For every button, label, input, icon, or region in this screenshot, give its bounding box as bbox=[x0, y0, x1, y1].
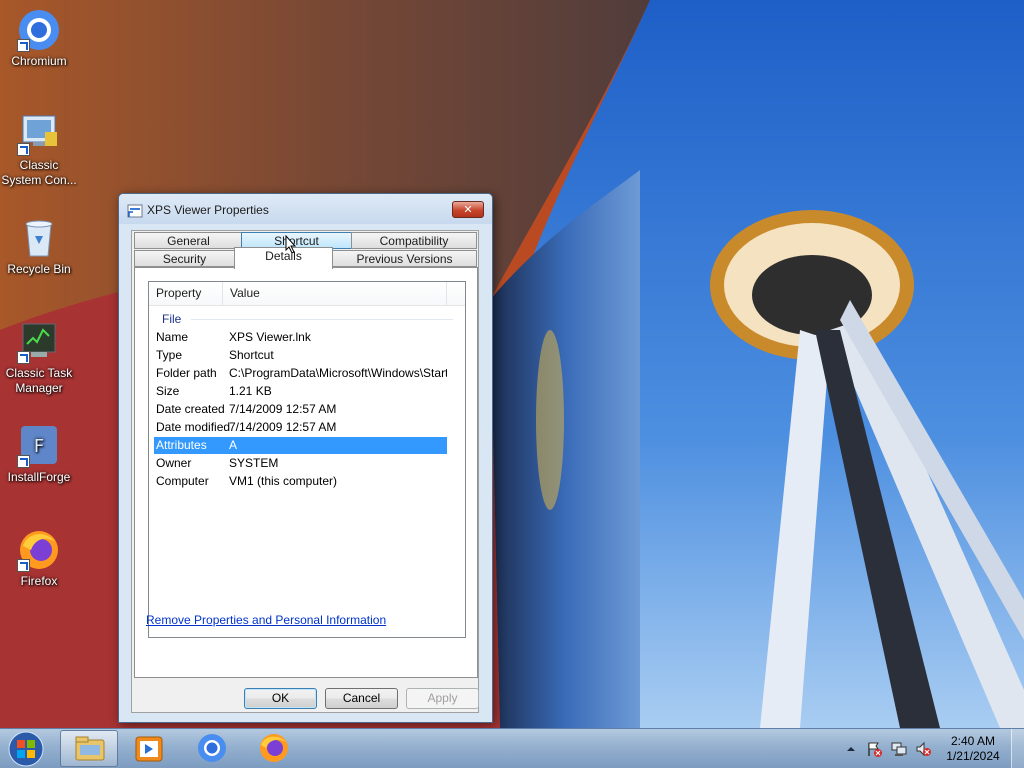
dialog-title-bar[interactable]: XPS Viewer Properties ✕ bbox=[119, 194, 492, 224]
shortcut-arrow-icon bbox=[17, 39, 30, 52]
property-value: A bbox=[229, 438, 238, 452]
property-value: XPS Viewer.lnk bbox=[229, 330, 311, 344]
recycle-bin-icon bbox=[17, 216, 61, 260]
property-name: Type bbox=[156, 348, 183, 362]
property-name: Date created bbox=[156, 402, 225, 416]
ok-button[interactable]: OK bbox=[244, 688, 317, 709]
table-row[interactable]: Computer VM1 (this computer) bbox=[154, 473, 447, 490]
media-player-icon bbox=[135, 736, 163, 762]
desktop-icon-label: InstallForge bbox=[7, 470, 71, 484]
desktop-icon-label: Classic Task Manager bbox=[5, 366, 73, 395]
table-row[interactable]: Date created 7/14/2009 12:57 AM bbox=[154, 401, 447, 418]
table-row[interactable]: Folder path C:\ProgramData\Microsoft\Win… bbox=[154, 365, 447, 382]
shortcut-icon bbox=[127, 204, 143, 218]
property-value: 1.21 KB bbox=[229, 384, 272, 398]
desktop-icon-installforge[interactable]: F InstallForge bbox=[0, 424, 78, 485]
property-name: Size bbox=[156, 384, 180, 398]
action-center-icon[interactable] bbox=[866, 741, 882, 757]
tab-general[interactable]: General bbox=[134, 232, 243, 249]
cancel-button[interactable]: Cancel bbox=[325, 688, 398, 709]
dialog-body: General Shortcut Compatibility Security … bbox=[131, 230, 479, 713]
tab-compatibility[interactable]: Compatibility bbox=[351, 232, 477, 249]
shortcut-arrow-icon bbox=[17, 351, 30, 364]
installforge-icon: F bbox=[17, 424, 61, 468]
table-row[interactable]: Name XPS Viewer.lnk bbox=[154, 329, 447, 346]
taskbar-chromium[interactable] bbox=[183, 730, 241, 767]
list-header: Property Value bbox=[149, 282, 465, 306]
svg-text:F: F bbox=[34, 436, 44, 457]
close-button[interactable]: ✕ bbox=[452, 201, 484, 218]
properties-dialog: XPS Viewer Properties ✕ General Shortcut… bbox=[118, 193, 493, 723]
tab-label: General bbox=[167, 234, 210, 248]
property-name: Attributes bbox=[156, 438, 207, 452]
taskbar-file-explorer[interactable] bbox=[60, 730, 118, 767]
dialog-title: XPS Viewer Properties bbox=[147, 203, 269, 217]
remove-properties-link[interactable]: Remove Properties and Personal Informati… bbox=[146, 613, 386, 627]
desktop-icon-classic-task-manager[interactable]: Classic Task Manager bbox=[0, 320, 78, 396]
desktop-icon-chromium[interactable]: Chromium bbox=[0, 8, 78, 69]
control-panel-icon bbox=[17, 112, 61, 156]
taskbar: 2:40 AM 1/21/2024 bbox=[0, 728, 1024, 768]
firefox-icon bbox=[260, 734, 288, 762]
apply-button: Apply bbox=[406, 688, 479, 709]
column-header-property[interactable]: Property bbox=[149, 282, 223, 305]
property-value: Shortcut bbox=[229, 348, 274, 362]
group-label-file: File bbox=[162, 312, 182, 326]
desktop-icon-label: Chromium bbox=[11, 54, 67, 68]
desktop-icon-label: Classic System Con... bbox=[1, 158, 77, 187]
firefox-icon bbox=[17, 528, 61, 572]
property-name: Date modified bbox=[156, 420, 231, 434]
desktop-icon-label: Firefox bbox=[20, 574, 58, 588]
shortcut-arrow-icon bbox=[17, 143, 30, 156]
tab-previous-versions[interactable]: Previous Versions bbox=[332, 250, 477, 267]
taskbar-firefox[interactable] bbox=[245, 730, 303, 767]
group-divider bbox=[191, 319, 453, 320]
chromium-icon bbox=[17, 8, 61, 52]
table-row[interactable]: Owner SYSTEM bbox=[154, 455, 447, 472]
property-name: Computer bbox=[156, 474, 209, 488]
windows-logo-icon bbox=[8, 731, 44, 767]
property-value: C:\ProgramData\Microsoft\Windows\Start..… bbox=[229, 366, 447, 380]
taskbar-media-player[interactable] bbox=[120, 730, 178, 767]
table-row[interactable]: Date modified 7/14/2009 12:57 AM bbox=[154, 419, 447, 436]
file-explorer-icon bbox=[75, 736, 105, 761]
volume-muted-icon[interactable] bbox=[915, 741, 931, 757]
details-list[interactable]: Property Value File Name XPS Viewer.lnk … bbox=[148, 281, 466, 638]
task-manager-icon bbox=[17, 320, 61, 364]
property-name: Name bbox=[156, 330, 189, 344]
table-row[interactable]: Size 1.21 KB bbox=[154, 383, 447, 400]
tab-label: Previous Versions bbox=[356, 252, 453, 266]
table-row[interactable]: Type Shortcut bbox=[154, 347, 447, 364]
column-header-value[interactable]: Value bbox=[223, 282, 447, 305]
clock-time: 2:40 AM bbox=[950, 734, 996, 748]
shortcut-arrow-icon bbox=[17, 559, 30, 572]
property-value: 7/14/2009 12:57 AM bbox=[229, 402, 337, 416]
desktop-icon-label: Recycle Bin bbox=[7, 262, 71, 276]
show-desktop-button[interactable] bbox=[1011, 729, 1024, 768]
desktop-icon-classic-system-control[interactable]: Classic System Con... bbox=[0, 112, 78, 188]
table-row-selected[interactable]: Attributes A bbox=[154, 437, 447, 454]
tab-label: Compatibility bbox=[379, 234, 449, 248]
clock-date: 1/21/2024 bbox=[946, 749, 1000, 763]
property-value: SYSTEM bbox=[229, 456, 279, 470]
close-icon: ✕ bbox=[463, 203, 473, 216]
property-name: Owner bbox=[156, 456, 192, 470]
desktop-icon-firefox[interactable]: Firefox bbox=[0, 528, 78, 589]
network-icon[interactable] bbox=[891, 741, 907, 757]
shortcut-arrow-icon bbox=[17, 455, 30, 468]
property-name: Folder path bbox=[156, 366, 217, 380]
mouse-cursor-icon bbox=[285, 235, 297, 254]
tab-security[interactable]: Security bbox=[134, 250, 235, 267]
property-value: VM1 (this computer) bbox=[229, 474, 338, 488]
chromium-icon bbox=[198, 734, 226, 762]
show-hidden-icons-icon[interactable] bbox=[843, 741, 859, 757]
tab-details[interactable]: Details bbox=[234, 247, 333, 269]
tab-label: Security bbox=[162, 252, 207, 266]
property-value: 7/14/2009 12:57 AM bbox=[229, 420, 337, 434]
desktop-icon-recycle-bin[interactable]: Recycle Bin bbox=[0, 216, 78, 277]
start-button[interactable] bbox=[6, 731, 46, 767]
taskbar-clock[interactable]: 2:40 AM 1/21/2024 bbox=[935, 734, 1011, 764]
